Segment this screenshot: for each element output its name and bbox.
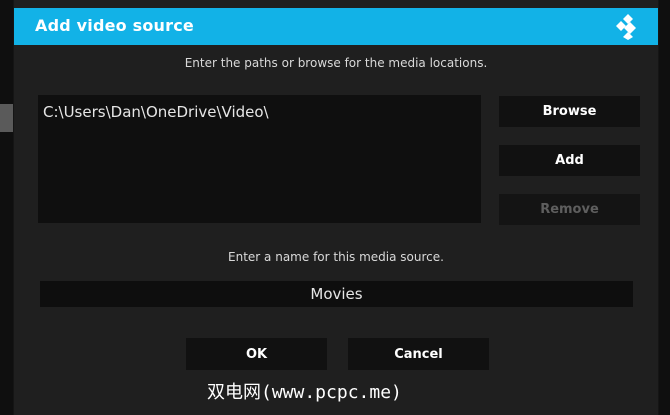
watermark-text: 双电网(www.pcpc.me): [207, 382, 402, 403]
add-video-source-dialog: Add video source Enter the paths or brow…: [13, 0, 659, 415]
add-button[interactable]: Add: [499, 145, 640, 176]
cancel-button[interactable]: Cancel: [348, 338, 489, 370]
remove-button[interactable]: Remove: [499, 194, 640, 225]
background-list-highlight: [0, 104, 13, 132]
browse-button[interactable]: Browse: [499, 96, 640, 127]
source-name-prompt: Enter a name for this media source.: [228, 250, 444, 264]
source-name-input[interactable]: Movies: [40, 281, 633, 307]
ok-button[interactable]: OK: [186, 338, 327, 370]
dialog-header: Add video source: [14, 8, 658, 45]
path-list-item[interactable]: C:\Users\Dan\OneDrive\Video\: [43, 103, 269, 121]
kodi-logo-icon: [616, 14, 636, 40]
screen: Add video source Enter the paths or brow…: [0, 0, 670, 415]
media-paths-list[interactable]: C:\Users\Dan\OneDrive\Video\: [38, 95, 481, 223]
paths-instructions: Enter the paths or browse for the media …: [184, 56, 488, 70]
dialog-title: Add video source: [35, 16, 194, 35]
